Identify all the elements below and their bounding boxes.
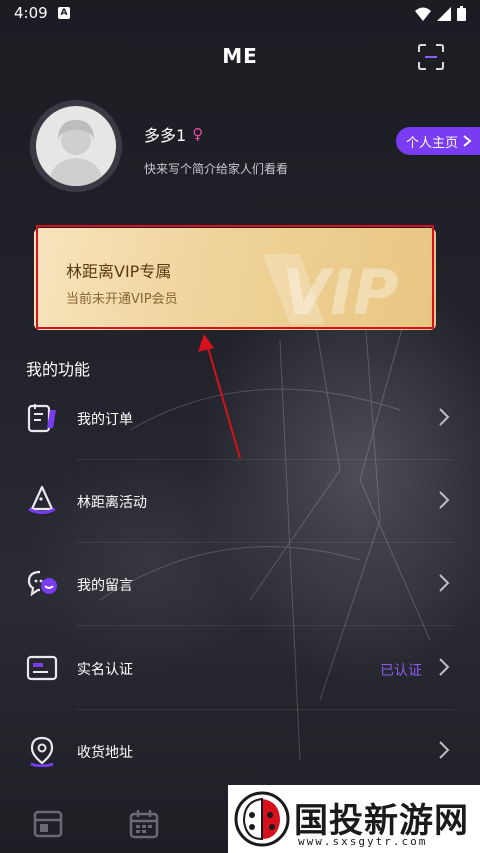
chevron-right-icon	[463, 135, 472, 147]
wifi-icon	[415, 7, 431, 21]
menu-item-verification[interactable]: 实名认证 已认证	[0, 627, 480, 709]
chevron-right-icon	[439, 658, 450, 676]
site-watermark: 国投新游网 www.sxsgytr.com	[228, 785, 480, 853]
homepage-button[interactable]: 个人主页	[395, 127, 480, 155]
status-icons	[415, 6, 466, 21]
menu-item-label: 收货地址	[77, 745, 133, 761]
location-pin-icon	[30, 736, 54, 767]
chevron-right-icon	[439, 574, 450, 592]
watermark-url: www.sxsgytr.com	[298, 835, 428, 848]
menu-item-label: 我的订单	[77, 412, 133, 428]
menu-item-label: 林距离活动	[77, 495, 147, 511]
default-avatar-icon	[36, 106, 116, 186]
chevron-right-icon	[439, 408, 450, 426]
menu-item-messages[interactable]: 我的留言	[0, 543, 480, 625]
menu-item-label: 我的留言	[77, 578, 133, 594]
scan-icon[interactable]	[418, 44, 444, 70]
tab-home-icon[interactable]	[32, 808, 64, 840]
status-time: 4:09	[14, 4, 48, 22]
message-bubble-icon	[27, 570, 57, 597]
notification-icon: A	[58, 7, 70, 19]
tab-calendar-icon[interactable]	[128, 808, 160, 840]
homepage-button-label: 个人主页	[405, 135, 458, 151]
status-bar: 4:09 A	[0, 0, 480, 28]
profile-bio[interactable]: 快来写个简介给家人们看看	[144, 160, 288, 177]
verification-status: 已认证	[380, 663, 422, 679]
signal-icon	[437, 6, 451, 21]
divider	[76, 625, 454, 626]
order-list-icon	[27, 404, 56, 433]
female-icon: ♀	[192, 125, 204, 143]
avatar[interactable]	[30, 100, 122, 192]
profile-name-row: 多多1 ♀	[144, 122, 203, 146]
ladybug-logo-icon	[234, 791, 290, 847]
page-title: ME	[222, 44, 258, 68]
menu-item-label: 实名认证	[77, 662, 133, 678]
id-card-icon	[26, 655, 58, 681]
profile-name: 多多1	[144, 126, 187, 145]
menu-item-activities[interactable]: 林距离活动	[0, 460, 480, 542]
annotation-highlight-box	[36, 225, 434, 329]
battery-icon	[457, 6, 466, 21]
witch-hat-icon	[28, 485, 56, 514]
chevron-right-icon	[439, 491, 450, 509]
chevron-right-icon	[439, 741, 450, 759]
menu-item-address[interactable]: 收货地址	[0, 710, 480, 792]
menu-item-orders[interactable]: 我的订单	[0, 377, 480, 459]
